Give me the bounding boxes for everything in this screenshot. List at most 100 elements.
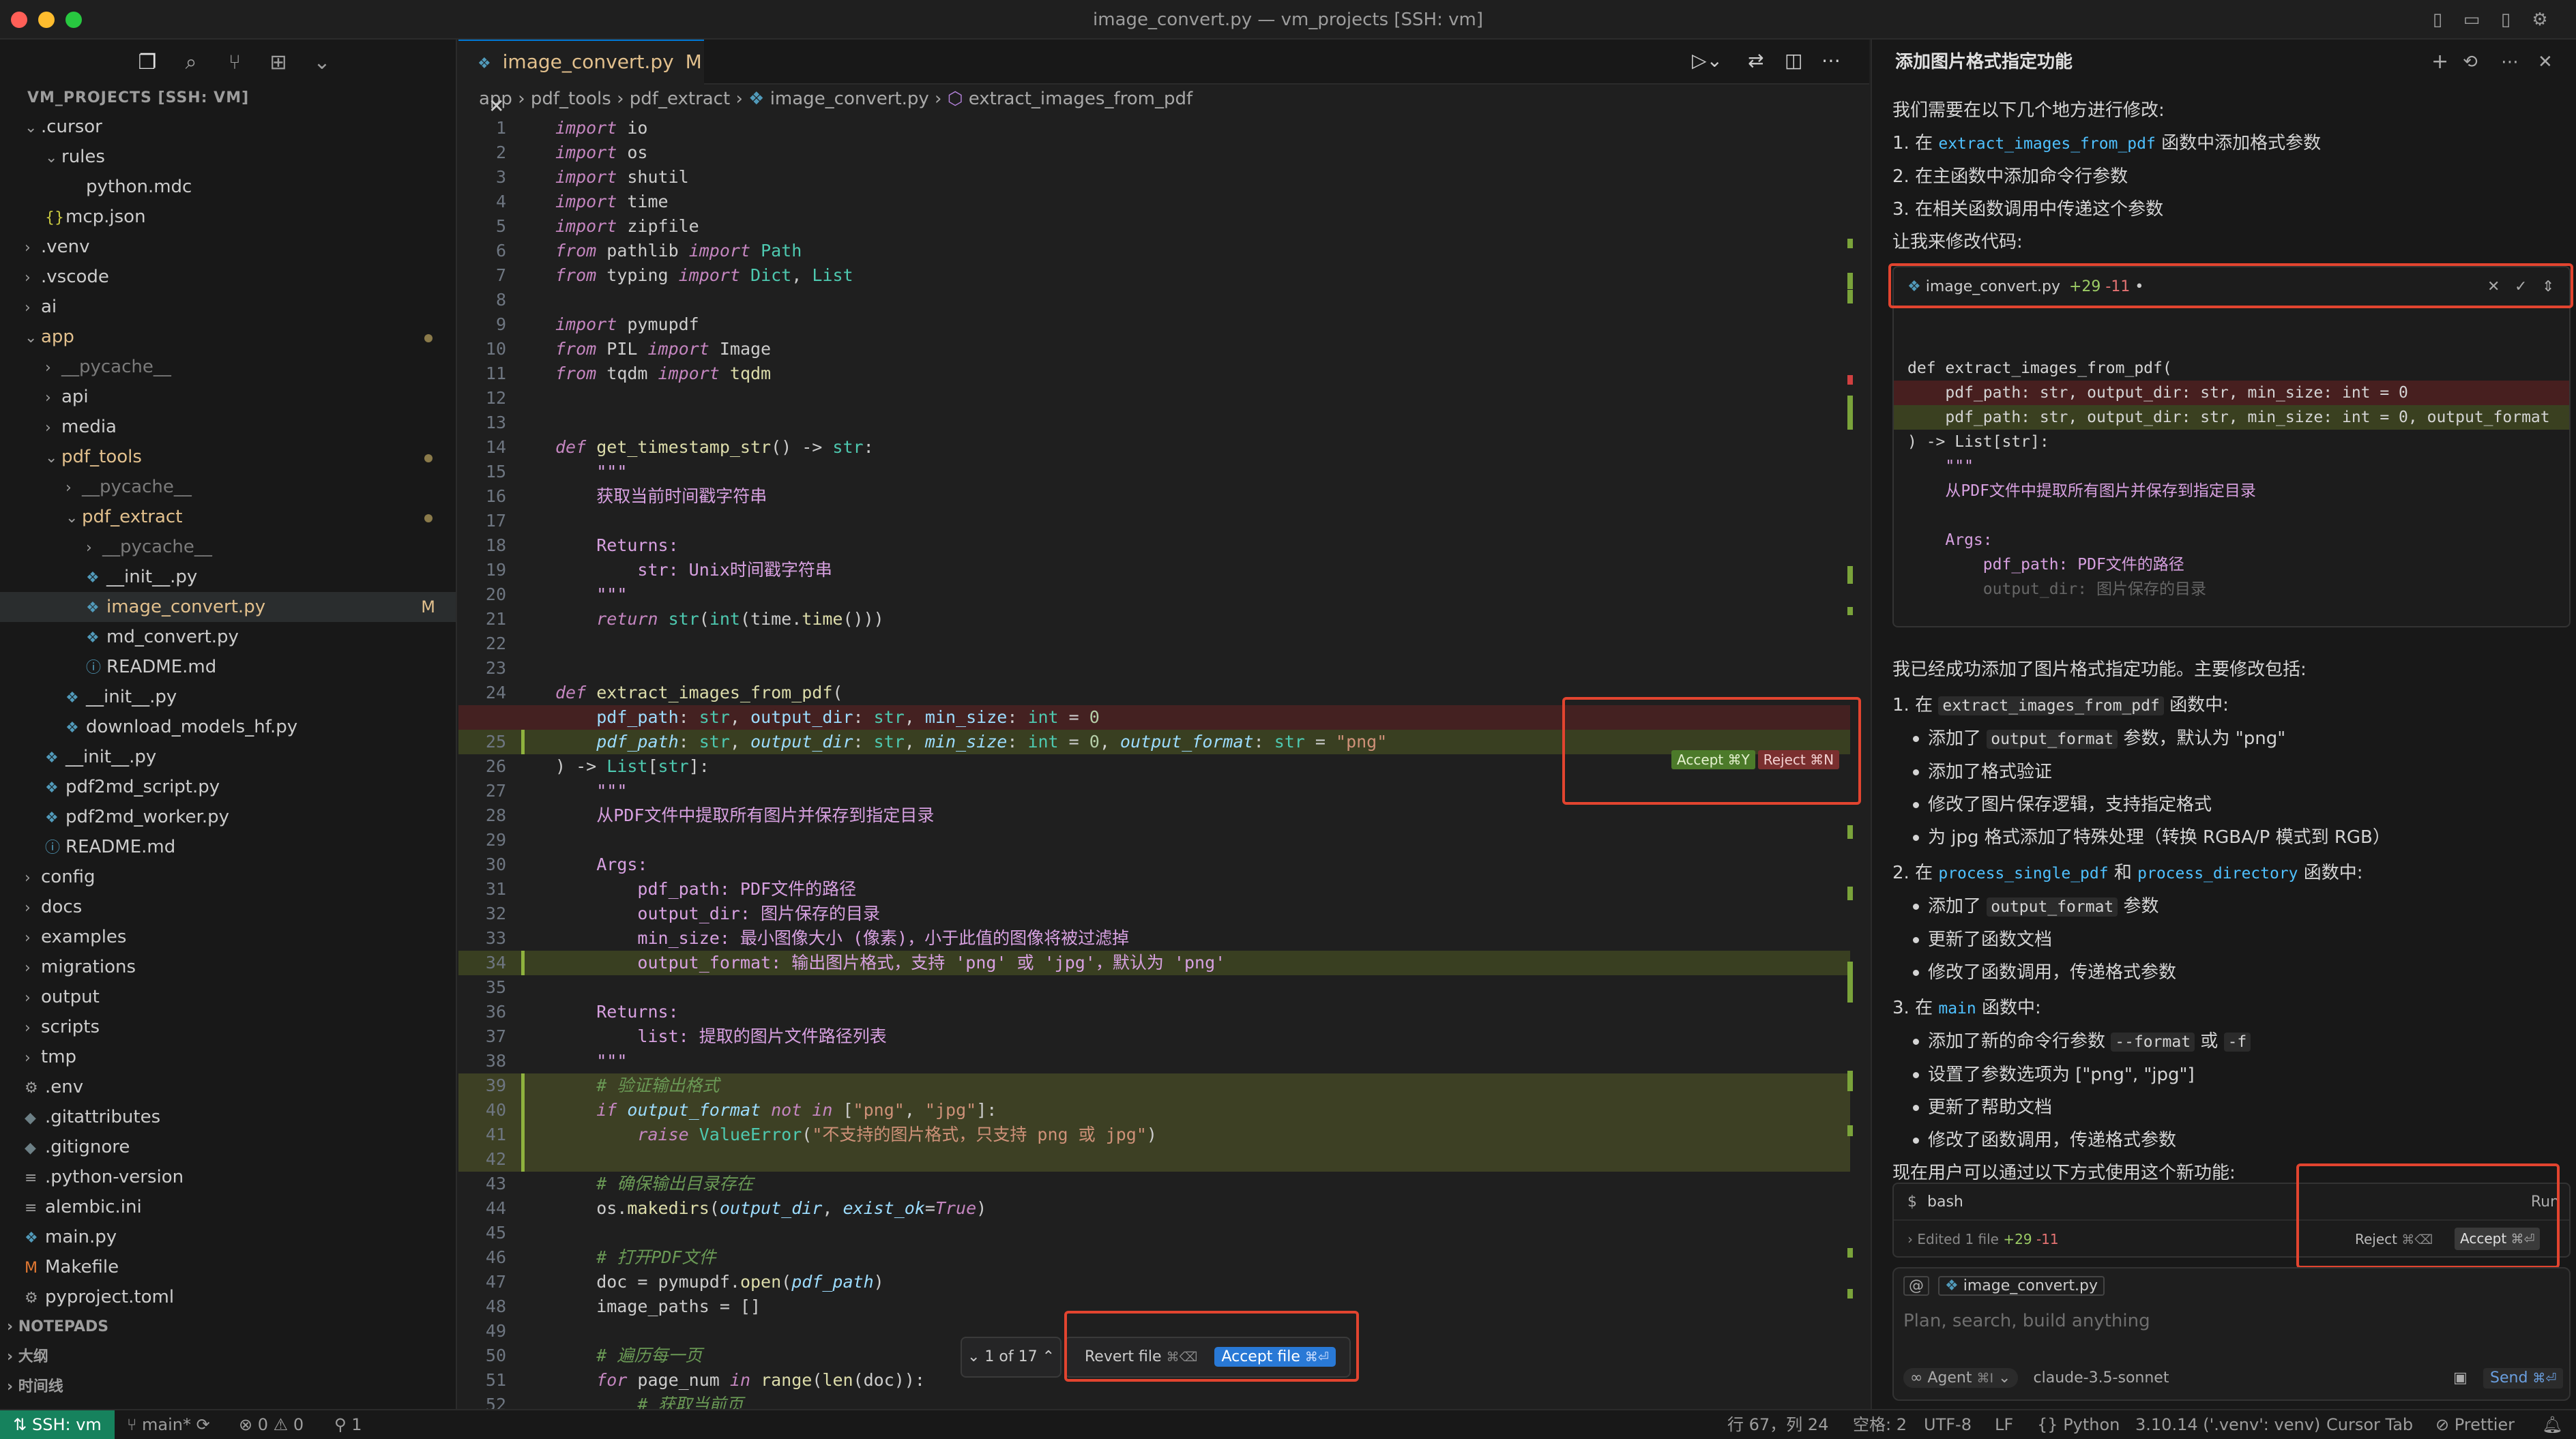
- tree-item[interactable]: ⓘ README.md: [0, 652, 456, 682]
- tree-item[interactable]: ⌄ rules: [0, 142, 456, 172]
- tree-item-label: ai: [41, 297, 57, 317]
- chat-input[interactable]: Plan, search, build anything: [1894, 1304, 2569, 1338]
- remote-ssh-indicator[interactable]: ⇅ SSH: vm: [0, 1410, 115, 1439]
- model-selector[interactable]: claude-3.5-sonnet: [2034, 1369, 2169, 1386]
- extensions-icon[interactable]: ⊞: [265, 49, 292, 76]
- code-link[interactable]: process_directory: [2137, 865, 2298, 882]
- code-link[interactable]: main: [1938, 1000, 1976, 1018]
- tree-item[interactable]: ◆ .gitattributes: [0, 1102, 456, 1132]
- more-actions-icon[interactable]: ⋯: [1821, 49, 1841, 72]
- tree-item[interactable]: › api: [0, 382, 456, 412]
- tree-item[interactable]: M Makefile: [0, 1252, 456, 1282]
- tree-item[interactable]: ⚙ pyproject.toml: [0, 1282, 456, 1312]
- tree-item[interactable]: ⓘ README.md: [0, 832, 456, 862]
- tree-item[interactable]: ❖ image_convert.py M: [0, 592, 456, 622]
- tree-item[interactable]: ❖ __init__.py: [0, 742, 456, 772]
- tree-item[interactable]: {}mcp.json: [0, 202, 456, 232]
- branch-indicator[interactable]: ⑂ main* ⟳: [127, 1410, 210, 1439]
- settings-gear-icon[interactable]: ⚙: [2528, 8, 2551, 31]
- language-mode[interactable]: {} Python: [2037, 1410, 2120, 1439]
- split-editor-icon[interactable]: ◫: [1785, 49, 1802, 72]
- tree-item[interactable]: › media: [0, 412, 456, 442]
- code-text: str: Unix时间戳字符串: [637, 560, 832, 580]
- tree-item-label: rules: [61, 147, 105, 167]
- prev-change-icon[interactable]: ⌄: [967, 1348, 980, 1365]
- context-file-chip[interactable]: ❖ image_convert.py: [1938, 1276, 2105, 1296]
- tree-item[interactable]: ≡ .python-version: [0, 1162, 456, 1192]
- tree-item[interactable]: › config: [0, 862, 456, 892]
- breadcrumb-item[interactable]: pdf_tools: [531, 89, 611, 109]
- edited-chevron-icon[interactable]: ›: [1907, 1231, 1913, 1247]
- next-change-icon[interactable]: ⌃: [1042, 1348, 1055, 1365]
- breadcrumb-item[interactable]: image_convert.py: [770, 89, 929, 109]
- tree-item[interactable]: ❖ pdf2md_script.py: [0, 772, 456, 802]
- mention-icon[interactable]: @: [1903, 1276, 1929, 1296]
- sidebar-section-header[interactable]: › 大纲: [0, 1342, 456, 1372]
- tree-item[interactable]: python.mdc: [0, 172, 456, 202]
- tree-item-label: pyproject.toml: [45, 1287, 175, 1307]
- source-control-icon[interactable]: ⑂: [221, 49, 248, 76]
- tree-item[interactable]: ◆ .gitignore: [0, 1132, 456, 1162]
- tab-close-icon[interactable]: ✕: [488, 95, 504, 117]
- toggle-panel-icon[interactable]: ▭: [2460, 8, 2483, 31]
- line-ending[interactable]: LF: [1995, 1410, 2013, 1439]
- explorer-files-icon[interactable]: ❐: [134, 49, 161, 76]
- notifications-bell-icon[interactable]: 🔔︎: [2542, 1410, 2562, 1439]
- tree-item[interactable]: › __pycache__: [0, 532, 456, 562]
- tree-item[interactable]: ❖ __init__.py: [0, 562, 456, 592]
- tree-item[interactable]: › .vscode: [0, 262, 456, 292]
- chat-close-icon[interactable]: ✕: [2538, 40, 2553, 85]
- code-text: """: [596, 462, 628, 481]
- tree-item[interactable]: ❖ pdf2md_worker.py: [0, 802, 456, 832]
- tree-item[interactable]: › ai: [0, 292, 456, 322]
- tree-item[interactable]: ⌄ pdf_tools: [0, 442, 456, 472]
- breadcrumb-item[interactable]: pdf_extract: [630, 89, 730, 109]
- history-icon[interactable]: ⟲: [2463, 40, 2478, 85]
- tree-item[interactable]: › output: [0, 982, 456, 1012]
- tree-item[interactable]: ⚙ .env: [0, 1072, 456, 1102]
- tree-item[interactable]: › docs: [0, 892, 456, 922]
- agent-mode-selector[interactable]: ∞ Agent ⌘I ⌄: [1903, 1368, 2018, 1388]
- python-interpreter[interactable]: 3.10.14 ('.venv': venv): [2135, 1410, 2320, 1439]
- indentation[interactable]: 空格: 2: [1853, 1410, 1907, 1439]
- cursor-tab[interactable]: Cursor Tab: [2326, 1410, 2413, 1439]
- tree-item[interactable]: › tmp: [0, 1042, 456, 1072]
- toggle-sidebar-icon[interactable]: ▯: [2426, 8, 2449, 31]
- run-icon[interactable]: ▷⌄: [1692, 49, 1723, 72]
- code-line: 22: [458, 632, 1850, 656]
- new-chat-icon[interactable]: +: [2431, 40, 2448, 85]
- cursor-position[interactable]: 行 67，列 24: [1727, 1410, 1828, 1439]
- tree-item[interactable]: ❖ __init__.py: [0, 682, 456, 712]
- tree-item[interactable]: › migrations: [0, 952, 456, 982]
- tree-item[interactable]: › __pycache__: [0, 472, 456, 502]
- tree-item[interactable]: ≡ alembic.ini: [0, 1192, 456, 1222]
- toggle-secondary-sidebar-icon[interactable]: ▯: [2494, 8, 2517, 31]
- breadcrumb-item[interactable]: extract_images_from_pdf: [969, 89, 1192, 109]
- problems-indicator[interactable]: ⊗ 0 ⚠ 0: [239, 1410, 304, 1439]
- search-icon[interactable]: ⌕: [177, 49, 205, 76]
- tree-item[interactable]: › examples: [0, 922, 456, 952]
- image-attach-icon[interactable]: ▣: [2453, 1361, 2468, 1395]
- encoding[interactable]: UTF-8: [1924, 1410, 1972, 1439]
- tree-item[interactable]: › .venv: [0, 232, 456, 262]
- tab-image-convert[interactable]: ❖ image_convert.py M ✕: [458, 40, 704, 117]
- tree-item[interactable]: › scripts: [0, 1012, 456, 1042]
- tree-item[interactable]: ⌄ app: [0, 322, 456, 352]
- sidebar-section-header[interactable]: › 时间线: [0, 1372, 456, 1402]
- code-link[interactable]: extract_images_from_pdf: [1938, 135, 2156, 153]
- prettier[interactable]: ⊘ Prettier: [2435, 1410, 2515, 1439]
- code-link[interactable]: process_single_pdf: [1938, 865, 2108, 882]
- sidebar-section-header[interactable]: › NOTEPADS: [0, 1312, 456, 1342]
- send-button[interactable]: Send ⌘⏎: [2483, 1368, 2564, 1389]
- tree-item[interactable]: ❖ download_models_hf.py: [0, 712, 456, 742]
- tree-item[interactable]: ❖ md_convert.py: [0, 622, 456, 652]
- chevron-down-icon[interactable]: ⌄: [308, 49, 336, 76]
- tree-item[interactable]: ⌄ pdf_extract: [0, 502, 456, 532]
- chat-more-icon[interactable]: ⋯: [2501, 40, 2519, 85]
- tree-item[interactable]: ⌄ .cursor: [0, 112, 456, 142]
- tree-item[interactable]: › __pycache__: [0, 352, 456, 382]
- ports-indicator[interactable]: ⚲ 1: [334, 1410, 362, 1439]
- compare-changes-icon[interactable]: ⇄: [1748, 49, 1763, 72]
- tree-item[interactable]: ❖ main.py: [0, 1222, 456, 1252]
- explorer-header: VM_PROJECTS [SSH: VM]: [27, 89, 250, 106]
